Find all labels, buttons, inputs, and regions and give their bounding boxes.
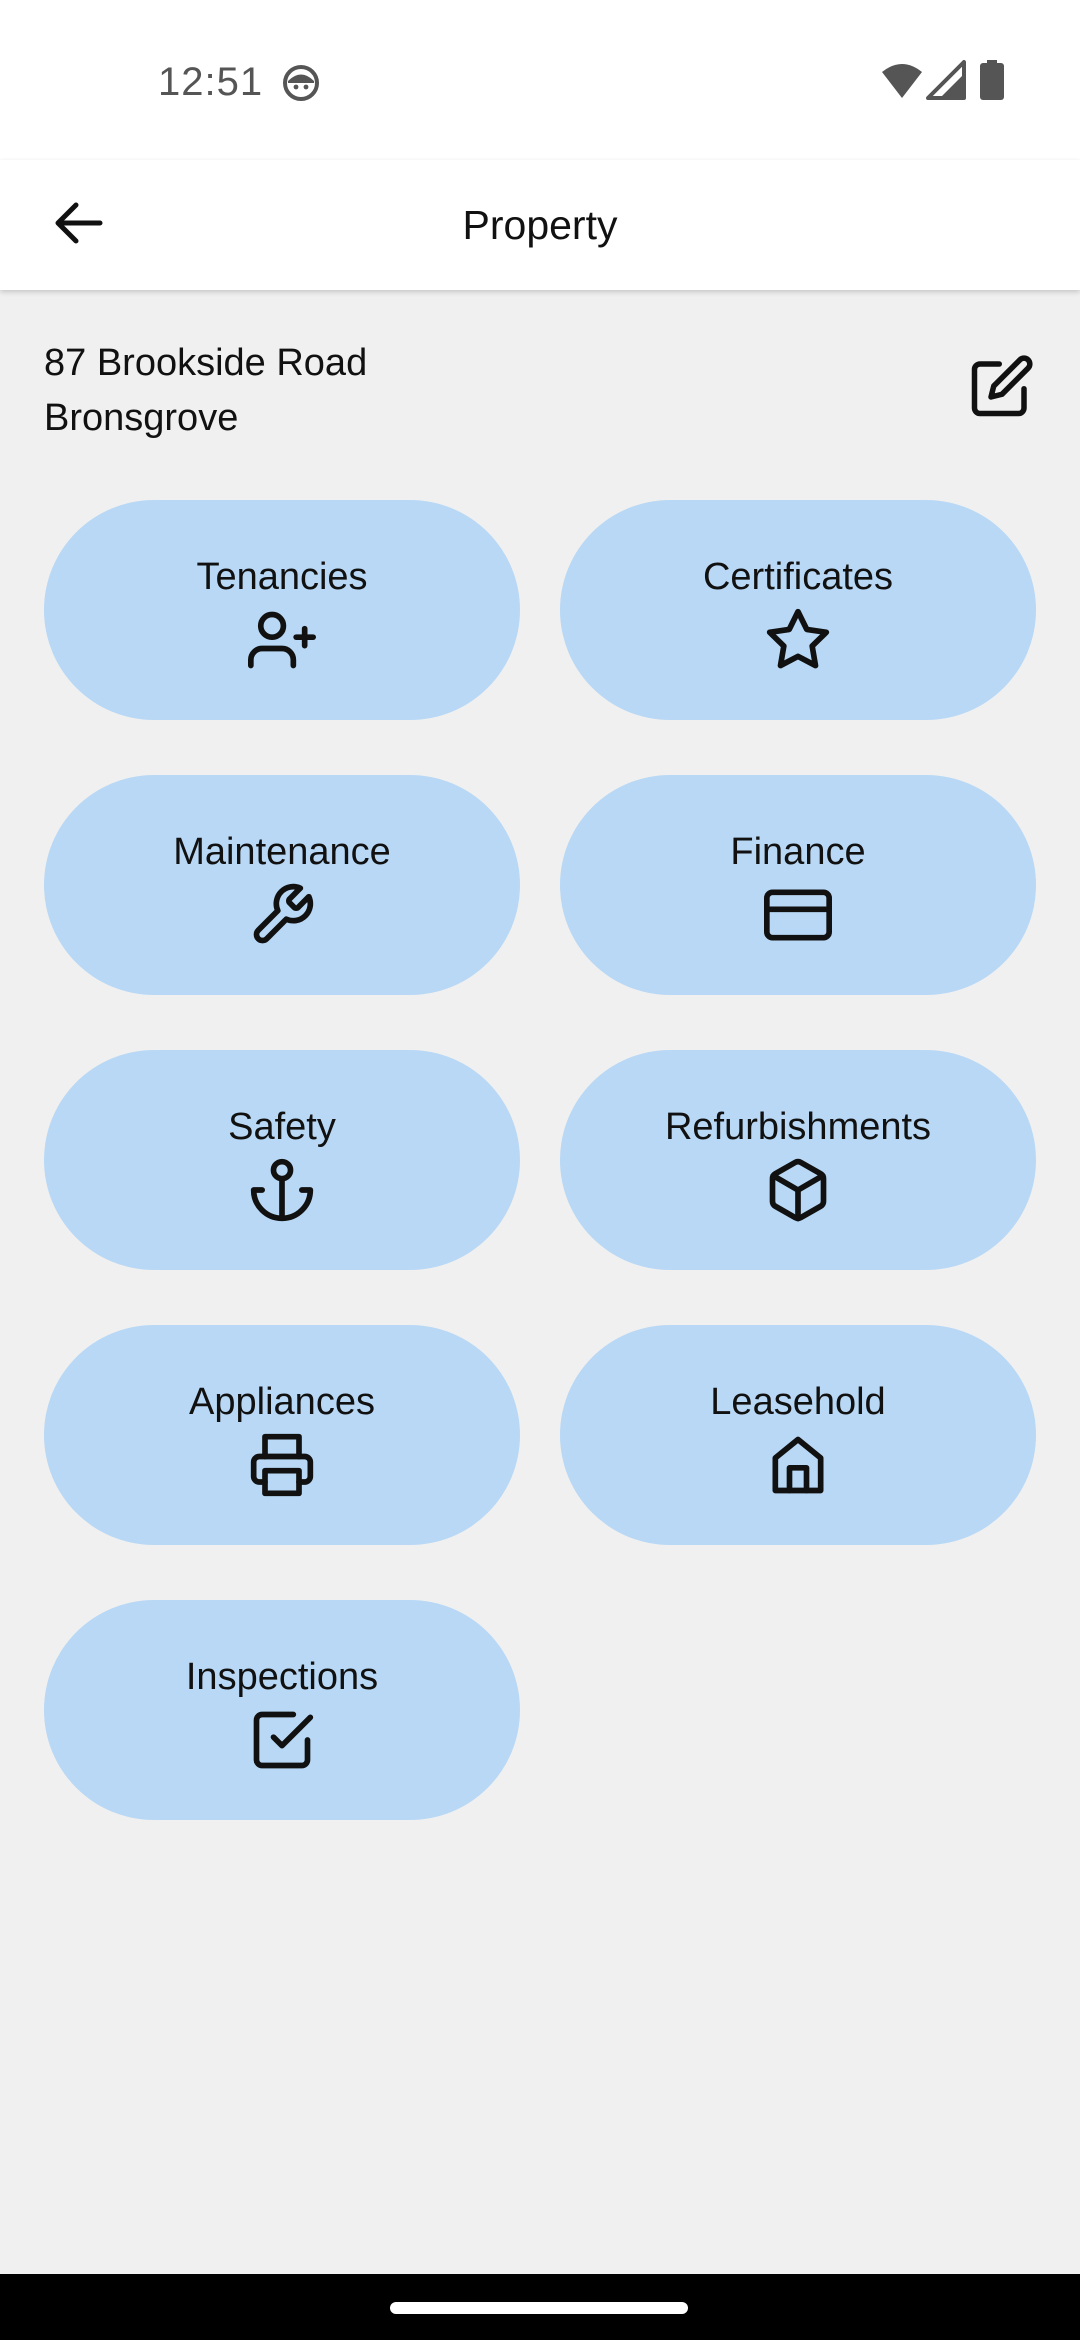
- tile-label: Tenancies: [196, 556, 368, 598]
- tile-label: Appliances: [189, 1381, 375, 1423]
- tile-label: Maintenance: [173, 831, 391, 873]
- edit-icon: [969, 353, 1035, 424]
- property-address: 87 Brookside Road Bronsgrove: [44, 336, 367, 446]
- printer-icon: [248, 1431, 316, 1499]
- home-icon: [764, 1431, 832, 1499]
- finance-tile[interactable]: Finance: [560, 775, 1036, 995]
- cell-signal-icon: [926, 60, 966, 100]
- wrench-icon: [248, 881, 316, 949]
- address-line-1: 87 Brookside Road: [44, 342, 368, 384]
- inspections-tile[interactable]: Inspections: [44, 1600, 520, 1820]
- tenancies-tile[interactable]: Tenancies: [44, 500, 520, 720]
- page-title: Property: [462, 202, 618, 248]
- status-time: 12:51: [158, 60, 264, 104]
- anchor-icon: [248, 1156, 316, 1224]
- system-nav-bar: [0, 2274, 1080, 2340]
- package-icon: [764, 1156, 832, 1224]
- leasehold-tile[interactable]: Leasehold: [560, 1325, 1036, 1545]
- address-line-2: Bronsgrove: [44, 397, 239, 439]
- tile-label: Refurbishments: [664, 1106, 932, 1148]
- safety-tile[interactable]: Safety: [44, 1050, 520, 1270]
- certificates-tile[interactable]: Certificates: [560, 500, 1036, 720]
- notification-face-icon: [282, 64, 320, 102]
- maintenance-tile[interactable]: Maintenance: [44, 775, 520, 995]
- status-bar: 12:51: [0, 0, 1080, 160]
- tile-label: Inspections: [185, 1656, 379, 1698]
- appliances-tile[interactable]: Appliances: [44, 1325, 520, 1545]
- home-indicator[interactable]: [390, 2302, 688, 2314]
- tile-label: Safety: [228, 1106, 336, 1148]
- star-icon: [764, 606, 832, 674]
- app-bar: Property: [0, 160, 1080, 290]
- credit-card-icon: [764, 881, 832, 949]
- refurbishments-tile[interactable]: Refurbishments: [560, 1050, 1036, 1270]
- tile-label: Finance: [730, 831, 866, 873]
- tile-label: Certificates: [702, 556, 894, 598]
- back-button[interactable]: [40, 180, 116, 270]
- edit-property-button[interactable]: [966, 352, 1038, 424]
- tile-label: Leasehold: [710, 1381, 886, 1423]
- user-plus-icon: [248, 606, 316, 674]
- check-square-icon: [248, 1706, 316, 1774]
- wifi-icon: [880, 62, 924, 100]
- arrow-left-icon: [52, 201, 104, 250]
- battery-icon: [980, 60, 1004, 100]
